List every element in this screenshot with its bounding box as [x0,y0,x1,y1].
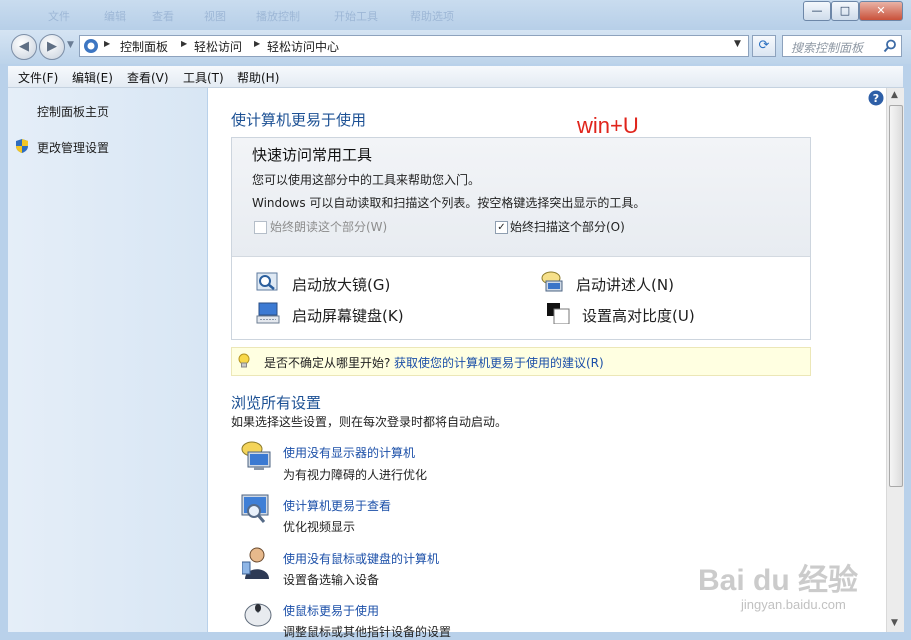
always-read-label: 始终朗读这个部分(W) [270,220,388,234]
minimize-button[interactable]: — [803,1,831,21]
browse-item-mouse-link[interactable]: 使鼠标更易于使用 [283,602,379,619]
ghost-tab: 查看 [152,10,174,23]
screen-reader-computer-icon [241,441,271,470]
lightbulb-icon [238,353,250,368]
watermark-url: jingyan.baidu.com [741,597,846,612]
menu-file[interactable]: 文件(F) [18,69,58,86]
title-bar: 文件 编辑 查看 视图 播放控制 开始工具 帮助选项 — □ ✕ [0,0,911,30]
back-button[interactable]: ◀ [11,34,37,60]
browse-item-easier-to-see-desc: 优化视频显示 [283,520,356,534]
ghost-tab: 文件 [48,10,70,23]
narrator-icon [541,271,563,292]
sidebar: 控制面板主页 更改管理设置 [8,88,207,632]
page-title: 使计算机更易于使用 [231,111,367,129]
annotation-text: win+U [577,113,639,138]
search-placeholder: 搜索控制面板 [791,41,864,55]
always-read-checkbox[interactable] [254,221,267,234]
svg-text:?: ? [873,92,879,105]
ghost-tab: 帮助选项 [410,10,454,23]
set-high-contrast-link[interactable]: 设置高对比度(U) [582,305,695,326]
scroll-down-arrow-icon[interactable]: ▼ [891,618,898,628]
ghost-tab: 播放控制 [256,10,300,23]
start-magnifier-link[interactable]: 启动放大镜(G) [292,274,390,295]
breadcrumb-separator-icon: ▶ [181,39,188,48]
scroll-up-arrow-icon[interactable]: ▲ [891,90,898,100]
magnifier-icon [256,272,278,291]
menu-help[interactable]: 帮助(H) [237,69,279,86]
high-contrast-icon [547,303,570,324]
always-scan-checkbox[interactable]: ✓ [495,221,508,234]
breadcrumb-separator-icon: ▶ [254,39,261,48]
tip-text: 是否不确定从哪里开始? [264,356,391,370]
breadcrumb-separator-icon: ▶ [104,39,111,48]
tip-bar: 是否不确定从哪里开始? 获取使您的计算机更易于使用的建议(R) [231,347,811,376]
forward-button[interactable]: ▶ [39,34,65,60]
scrollbar-thumb[interactable] [889,105,903,487]
breadcrumb-control-panel[interactable]: 控制面板 [120,38,168,55]
browse-settings-heading: 浏览所有设置 [231,394,322,412]
browse-settings-desc: 如果选择这些设置，则在每次登录时都将自动启动。 [231,415,508,429]
menu-tools[interactable]: 工具(T) [183,69,224,86]
start-on-screen-keyboard-link[interactable]: 启动屏幕键盘(K) [292,305,404,326]
sidebar-item-change-admin-settings[interactable]: 更改管理设置 [37,139,109,156]
browse-item-no-display-link[interactable]: 使用没有显示器的计算机 [283,444,415,461]
recent-pages-dropdown-icon[interactable]: ▼ [67,40,74,50]
mouse-icon [244,603,272,627]
quick-access-desc-1: 您可以使用这部分中的工具来帮助您入门。 [252,173,481,187]
search-icon[interactable] [883,39,897,53]
ghost-tab: 开始工具 [334,10,378,23]
breadcrumb-ease-of-access-center[interactable]: 轻松访问中心 [267,38,339,55]
help-icon[interactable]: ? [868,90,884,106]
browse-item-no-mouse-desc: 设置备选输入设备 [283,573,380,587]
quick-access-title: 快速访问常用工具 [252,146,373,164]
menu-view[interactable]: 查看(V) [127,69,169,86]
menu-edit[interactable]: 编辑(E) [72,69,113,86]
uac-shield-icon [16,139,28,153]
browse-item-no-mouse-link[interactable]: 使用没有鼠标或键盘的计算机 [283,550,439,567]
on-screen-keyboard-icon [256,302,280,324]
breadcrumb-ease-of-access[interactable]: 轻松访问 [194,38,242,55]
control-panel-icon [84,39,98,53]
search-input[interactable]: 搜索控制面板 [782,35,902,57]
no-mouse-keyboard-icon [242,547,269,579]
always-scan-label: 始终扫描这个部分(O) [510,220,625,234]
quick-access-header: 快速访问常用工具 您可以使用这部分中的工具来帮助您入门。 Windows 可以自… [232,138,810,257]
ghost-tab: 视图 [204,10,226,23]
sidebar-item-control-panel-home[interactable]: 控制面板主页 [37,103,109,120]
menu-bar: 文件(F) 编辑(E) 查看(V) 工具(T) 帮助(H) [8,66,903,88]
easier-to-see-icon [241,494,269,523]
quick-access-desc-2: Windows 可以自动读取和扫描这个列表。按空格键选择突出显示的工具。 [252,196,646,210]
browse-item-mouse-desc: 调整鼠标或其他指针设备的设置 [283,625,452,639]
address-dropdown-icon[interactable]: ▼ [734,39,741,49]
refresh-button[interactable]: ⟳ [752,35,776,57]
browse-item-no-display-desc: 为有视力障碍的人进行优化 [283,468,428,482]
close-button[interactable]: ✕ [859,1,903,21]
watermark-logo: Bai du 经验 [698,564,859,597]
recommendations-link[interactable]: 获取使您的计算机更易于使用的建议(R) [394,354,604,371]
browse-item-easier-to-see-link[interactable]: 使计算机更易于查看 [283,497,391,514]
address-bar[interactable]: ▶ 控制面板 ▶ 轻松访问 ▶ 轻松访问中心 ▼ [79,35,749,57]
ghost-tab: 编辑 [104,10,126,23]
vertical-scrollbar[interactable]: ▲ ▼ [886,88,904,632]
start-narrator-link[interactable]: 启动讲述人(N) [576,274,674,295]
maximize-button[interactable]: □ [831,1,859,21]
